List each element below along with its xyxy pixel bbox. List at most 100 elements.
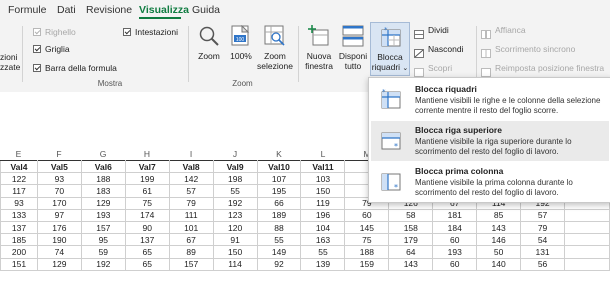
table-cell[interactable]: 193: [432, 245, 478, 259]
table-cell[interactable]: 145: [344, 220, 390, 235]
unhide-window-icon[interactable]: [414, 64, 424, 77]
table-cell[interactable]: 55: [256, 233, 302, 247]
table-cell[interactable]: 88: [256, 220, 302, 235]
column-header[interactable]: F: [37, 148, 81, 160]
table-cell[interactable]: 114: [212, 257, 258, 271]
hide-window-button[interactable]: Nascondi: [428, 44, 463, 54]
header-cell[interactable]: Val5: [36, 159, 82, 174]
table-cell[interactable]: 74: [36, 245, 82, 259]
table-cell[interactable]: 181: [432, 208, 478, 222]
table-cell[interactable]: 150: [300, 184, 346, 198]
table-cell[interactable]: 137: [124, 233, 170, 247]
table-cell[interactable]: 179: [388, 233, 434, 247]
sync-scroll-icon[interactable]: [481, 45, 491, 58]
table-cell[interactable]: 55: [212, 184, 258, 198]
tab-formule[interactable]: Formule: [8, 4, 47, 16]
table-cell[interactable]: 185: [0, 233, 38, 247]
table-cell[interactable]: 163: [300, 233, 346, 247]
table-cell[interactable]: 199: [124, 172, 170, 186]
table-cell[interactable]: 65: [124, 257, 170, 271]
menu-item-freeze-first-column[interactable]: * Blocca prima colonna Mantiene visibile…: [371, 162, 609, 202]
new-window-icon[interactable]: [308, 25, 330, 47]
column-header[interactable]: K: [257, 148, 301, 160]
table-cell[interactable]: 137: [0, 220, 38, 235]
table-cell[interactable]: 140: [476, 257, 522, 271]
header-cell[interactable]: Val8: [168, 159, 214, 174]
column-header[interactable]: J: [213, 148, 257, 160]
menu-item-freeze-top-row[interactable]: * Blocca riga superiore Mantiene visibil…: [371, 121, 609, 161]
table-cell[interactable]: 122: [0, 172, 38, 186]
table-cell[interactable]: 93: [0, 196, 38, 210]
header-cell[interactable]: Val7: [124, 159, 170, 174]
table-cell[interactable]: [564, 220, 610, 235]
table-cell[interactable]: 95: [80, 233, 126, 247]
table-cell[interactable]: 157: [80, 220, 126, 235]
table-cell[interactable]: 149: [256, 245, 302, 259]
table-cell[interactable]: 170: [36, 196, 82, 210]
table-cell[interactable]: 200: [0, 245, 38, 259]
table-cell[interactable]: 60: [344, 208, 390, 222]
table-cell[interactable]: 92: [256, 257, 302, 271]
tab-revisione[interactable]: Revisione: [86, 4, 132, 16]
freeze-panes-button[interactable]: * Blocca riquadri ⌄: [370, 22, 410, 76]
table-cell[interactable]: 60: [432, 257, 478, 271]
split-icon[interactable]: [414, 26, 424, 39]
table-cell[interactable]: 174: [124, 208, 170, 222]
table-cell[interactable]: [564, 208, 610, 222]
split-button[interactable]: Dividi: [428, 25, 449, 35]
zoom-button[interactable]: Zoom: [194, 51, 224, 61]
zoom-selection-line2[interactable]: selezione: [256, 61, 294, 71]
table-cell[interactable]: 58: [388, 208, 434, 222]
zoom-100-button[interactable]: 100%: [226, 51, 256, 61]
table-cell[interactable]: 133: [0, 208, 38, 222]
table-cell[interactable]: [564, 245, 610, 259]
table-cell[interactable]: 196: [300, 208, 346, 222]
zoom-selection-line1[interactable]: Zoom: [256, 51, 294, 61]
column-header[interactable]: I: [169, 148, 213, 160]
sync-scroll-button[interactable]: Scorrimento sincrono: [495, 44, 575, 54]
table-cell[interactable]: 60: [432, 233, 478, 247]
table-cell[interactable]: [564, 257, 610, 271]
new-window-line1[interactable]: Nuova: [302, 51, 336, 61]
griglia-checkbox[interactable]: [33, 45, 41, 53]
table-cell[interactable]: 97: [36, 208, 82, 222]
table-cell[interactable]: 129: [80, 196, 126, 210]
column-header[interactable]: L: [301, 148, 345, 160]
header-cell[interactable]: Val4: [0, 159, 38, 174]
table-cell[interactable]: 157: [168, 257, 214, 271]
table-cell[interactable]: 123: [212, 208, 258, 222]
arrange-all-line2[interactable]: tutto: [336, 61, 370, 71]
table-cell[interactable]: 143: [388, 257, 434, 271]
side-by-side-button[interactable]: Affianca: [495, 25, 526, 35]
table-cell[interactable]: 57: [520, 208, 566, 222]
zoom-selection-icon[interactable]: [264, 25, 286, 47]
partial-button-label-line2[interactable]: zzate: [0, 62, 20, 72]
partial-button-label-line1[interactable]: zioni: [0, 52, 17, 62]
arrange-all-line1[interactable]: Disponi: [336, 51, 370, 61]
table-cell[interactable]: 61: [124, 184, 170, 198]
table-cell[interactable]: 90: [124, 220, 170, 235]
column-header[interactable]: H: [125, 148, 169, 160]
reset-position-button[interactable]: Reimposta posizione finestra: [495, 63, 604, 73]
table-cell[interactable]: 75: [124, 196, 170, 210]
table-cell[interactable]: 55: [300, 245, 346, 259]
table-cell[interactable]: 64: [388, 245, 434, 259]
table-cell[interactable]: 107: [256, 172, 302, 186]
table-cell[interactable]: 188: [344, 245, 390, 259]
table-cell[interactable]: 193: [80, 208, 126, 222]
table-cell[interactable]: 101: [168, 220, 214, 235]
table-cell[interactable]: 188: [80, 172, 126, 186]
table-cell[interactable]: 183: [80, 184, 126, 198]
header-cell[interactable]: Val10: [256, 159, 302, 174]
table-cell[interactable]: 89: [168, 245, 214, 259]
table-cell[interactable]: 65: [124, 245, 170, 259]
table-cell[interactable]: 143: [476, 220, 522, 235]
table-cell[interactable]: 195: [256, 184, 302, 198]
table-cell[interactable]: 151: [0, 257, 38, 271]
barra-formula-checkbox[interactable]: [33, 64, 41, 72]
table-cell[interactable]: 66: [256, 196, 302, 210]
table-cell[interactable]: 111: [168, 208, 214, 222]
table-cell[interactable]: 192: [80, 257, 126, 271]
header-cell[interactable]: Val11: [300, 159, 346, 174]
tab-visualizza[interactable]: Visualizza: [139, 4, 189, 16]
